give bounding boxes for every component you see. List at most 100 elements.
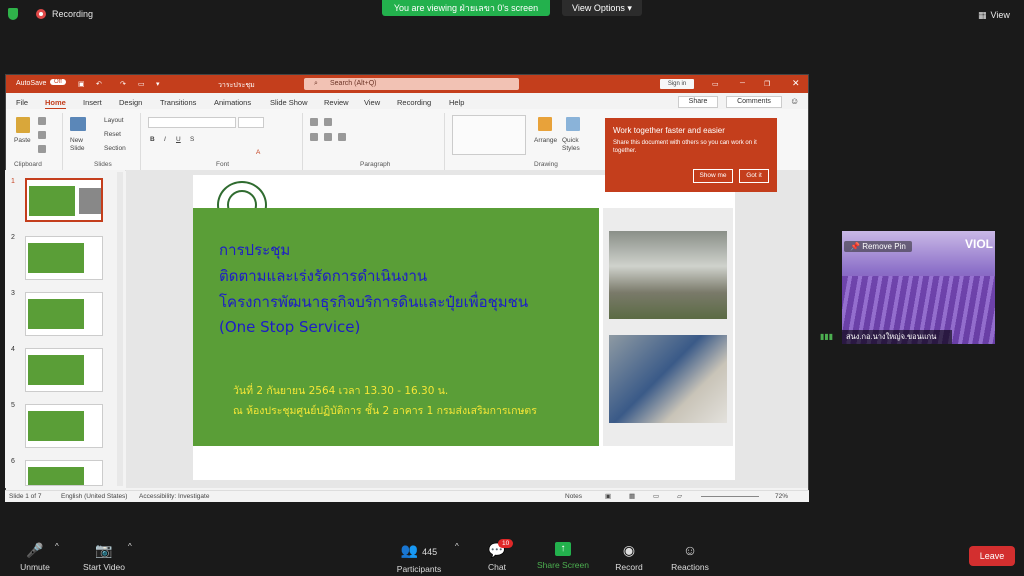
chat-button[interactable]: 💬 10 Chat	[482, 539, 514, 572]
search-icon: ⌕	[314, 80, 318, 87]
normal-view-icon[interactable]: ▣	[605, 492, 611, 500]
remove-pin-button[interactable]: 📌 Remove Pin	[844, 241, 912, 252]
tab-recording[interactable]: Recording	[397, 98, 431, 107]
align-left-icon[interactable]	[310, 133, 318, 141]
zoom-slider[interactable]	[701, 496, 759, 497]
slide-thumbnail[interactable]	[25, 348, 103, 392]
minimize-icon[interactable]: ─	[740, 80, 745, 87]
bold-icon[interactable]: B	[150, 136, 155, 143]
comments-button[interactable]: Comments	[726, 96, 782, 108]
audio-options-chevron-icon[interactable]: ^	[55, 542, 59, 551]
customize-qat-icon[interactable]: ▾	[156, 80, 160, 88]
participant-video-tile[interactable]: VIOL 📌 Remove Pin สนง.กอ.นางใหญ่จ.ขอนแกน	[842, 231, 995, 344]
font-family-select[interactable]	[148, 117, 236, 128]
tab-transitions[interactable]: Transitions	[160, 98, 196, 107]
divider	[444, 113, 445, 171]
recording-indicator: Recording	[8, 8, 93, 20]
ribbon-display-icon[interactable]: ▭	[712, 80, 719, 88]
thumb-number: 2	[11, 234, 15, 241]
new-slide-icon[interactable]	[70, 117, 86, 131]
got-it-button[interactable]: Got it	[739, 169, 769, 183]
slide-green-panel: การประชุม ติดตามและเร่งรัดการดำเนินงาน โ…	[193, 208, 599, 446]
slide-thumbnail[interactable]	[25, 460, 103, 486]
video-options-chevron-icon[interactable]: ^	[128, 542, 132, 551]
sign-in-button[interactable]: Sign in	[660, 79, 694, 89]
slide-scrollbar[interactable]	[800, 170, 808, 488]
align-center-icon[interactable]	[324, 133, 332, 141]
format-painter-icon[interactable]	[38, 145, 46, 153]
autosave-toggle[interactable]: Off	[50, 79, 66, 85]
tab-home[interactable]: Home	[45, 98, 66, 110]
current-slide[interactable]: การประชุม ติดตามและเร่งรัดการดำเนินงาน โ…	[193, 175, 735, 480]
unmute-button[interactable]: 🎤 Unmute	[14, 542, 56, 572]
quick-styles-label[interactable]: Quick Styles	[562, 137, 582, 153]
security-shield-icon[interactable]	[8, 8, 18, 20]
slide-thumbnail[interactable]	[25, 178, 103, 222]
undo-icon[interactable]: ↶	[96, 80, 102, 88]
italic-icon[interactable]: I	[164, 136, 166, 143]
cut-icon[interactable]	[38, 117, 46, 125]
tab-animations[interactable]: Animations	[214, 98, 251, 107]
reset-button[interactable]: Reset	[104, 131, 121, 138]
paste-icon[interactable]	[16, 117, 30, 133]
chat-label: Chat	[488, 562, 506, 572]
thumbnail-scrollbar[interactable]	[117, 172, 123, 486]
search-input[interactable]: ⌕ Search (Alt+Q)	[304, 78, 519, 90]
share-button[interactable]: Share	[678, 96, 718, 108]
quick-styles-icon[interactable]	[566, 117, 580, 131]
leave-button[interactable]: Leave	[969, 546, 1015, 566]
new-slide-label[interactable]: New Slide	[70, 137, 92, 153]
tab-design[interactable]: Design	[119, 98, 142, 107]
copy-icon[interactable]	[38, 131, 46, 139]
smiley-icon[interactable]: ☺	[790, 96, 799, 106]
font-size-select[interactable]	[238, 117, 264, 128]
view-button[interactable]: ▦ View	[978, 8, 1018, 22]
slide-sorter-icon[interactable]: ▦	[629, 492, 635, 500]
participants-chevron-icon[interactable]: ^	[455, 542, 459, 551]
close-icon[interactable]: ✕	[792, 78, 800, 89]
tab-insert[interactable]: Insert	[83, 98, 102, 107]
layout-button[interactable]: Layout	[104, 117, 124, 124]
underline-icon[interactable]: U	[176, 136, 181, 143]
share-screen-button[interactable]: ↑ Share Screen	[534, 542, 592, 570]
bullets-icon[interactable]	[310, 118, 318, 126]
strikethrough-icon[interactable]: S	[190, 136, 194, 143]
signal-icon: ▮▮▮	[820, 332, 834, 341]
slideshow-icon[interactable]: ▱	[677, 492, 682, 500]
reading-view-icon[interactable]: ▭	[653, 492, 659, 500]
align-right-icon[interactable]	[338, 133, 346, 141]
participants-button[interactable]: 👥 445 Participants	[392, 542, 446, 574]
numbering-icon[interactable]	[324, 118, 332, 126]
tab-view[interactable]: View	[364, 98, 380, 107]
accessibility-status[interactable]: Accessibility: Investigate	[139, 493, 209, 500]
view-options-button[interactable]: View Options ▾	[562, 0, 642, 16]
tab-slide-show[interactable]: Slide Show	[270, 98, 308, 107]
language-status[interactable]: English (United States)	[61, 493, 127, 500]
present-icon[interactable]: ▭	[138, 80, 145, 88]
shapes-gallery[interactable]	[452, 115, 526, 155]
zoom-level[interactable]: 72%	[775, 493, 788, 500]
tab-help[interactable]: Help	[449, 98, 464, 107]
redo-icon[interactable]: ↷	[120, 80, 126, 88]
section-button[interactable]: Section	[104, 145, 126, 152]
save-icon[interactable]: ▣	[78, 80, 85, 88]
font-color-icon[interactable]: A	[256, 149, 260, 156]
record-label: Record	[615, 562, 643, 572]
show-me-button[interactable]: Show me	[693, 169, 733, 183]
slide-thumbnail[interactable]	[25, 404, 103, 448]
file-name[interactable]: วาระประชุม	[218, 80, 255, 91]
start-video-button[interactable]: 📷 Start Video	[78, 542, 130, 572]
autosave-label: AutoSave	[16, 80, 47, 87]
arrange-label[interactable]: Arrange	[534, 137, 557, 144]
slide-title-line-3: โครงการพัฒนาธุรกิจบริการดินและปุ๋ยเพื่อช…	[219, 293, 529, 311]
arrange-icon[interactable]	[538, 117, 552, 131]
slide-thumbnail[interactable]	[25, 236, 103, 280]
reactions-button[interactable]: ☺ Reactions	[668, 542, 712, 572]
tab-review[interactable]: Review	[324, 98, 349, 107]
tab-file[interactable]: File	[16, 98, 28, 107]
restore-icon[interactable]: ❐	[764, 80, 770, 88]
slide-thumbnail[interactable]	[25, 292, 103, 336]
record-button[interactable]: ◉ Record	[610, 542, 648, 572]
paste-label[interactable]: Paste	[14, 137, 31, 144]
notes-button[interactable]: Notes	[565, 493, 582, 500]
